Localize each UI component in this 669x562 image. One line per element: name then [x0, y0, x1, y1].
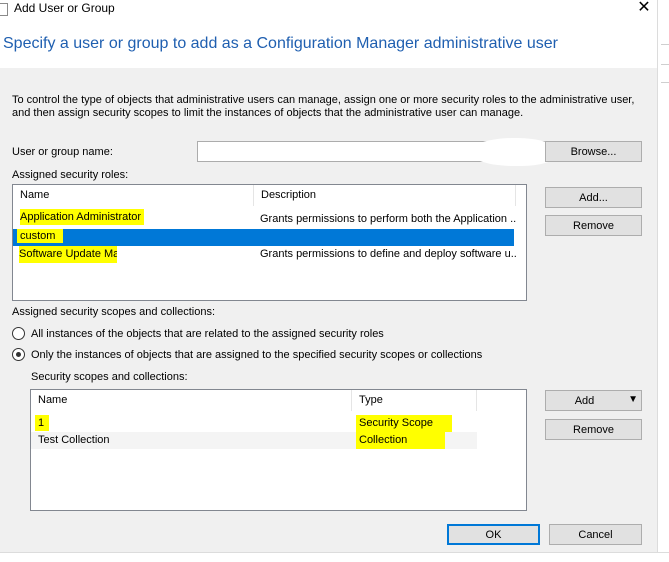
table-row[interactable]: Software Update Manager Grants permissio… [13, 246, 516, 263]
add-scope-button-label: Add [574, 394, 595, 407]
table-row[interactable]: Application Administrator Grants permiss… [13, 209, 516, 228]
role-name-cell: Application Administrator [20, 209, 144, 225]
redaction-mark [470, 138, 556, 166]
browse-button-label: Browse... [570, 145, 617, 158]
user-or-group-label: User or group name: [12, 146, 113, 158]
header-banner: Specify a user or group to add as a Conf… [0, 20, 657, 68]
role-description-cell: Grants permissions to perform both the A… [260, 213, 516, 225]
window-title: Add User or Group [14, 1, 115, 15]
only-instances-radio[interactable] [12, 348, 25, 361]
background-window-bottom [0, 552, 669, 562]
role-name-cell: custom [17, 229, 63, 243]
add-scope-button[interactable]: Add ▼ [545, 390, 642, 411]
page-title: Specify a user or group to add as a Conf… [3, 35, 558, 52]
roles-column-description[interactable]: Description [254, 185, 516, 206]
add-role-button-label: Add... [579, 191, 608, 204]
window-icon [0, 3, 8, 16]
divider [661, 82, 669, 83]
ok-button-label: OK [485, 528, 502, 541]
role-description-cell: Grants permissions to define and deploy … [260, 248, 516, 260]
role-name-cell: Software Update Manager [19, 246, 117, 263]
all-instances-radio[interactable] [12, 327, 25, 340]
assigned-scopes-label: Assigned security scopes and collections… [12, 306, 215, 318]
scope-type-cell: Security Scope [356, 415, 452, 432]
assigned-roles-label: Assigned security roles: [12, 169, 129, 181]
table-row[interactable]: Test Collection Collection [31, 432, 477, 449]
remove-scope-button-label: Remove [573, 423, 614, 436]
scopes-list[interactable]: Name Type 1 Security Scope Test Collecti… [30, 389, 527, 511]
roles-column-name[interactable]: Name [13, 185, 254, 206]
scopes-list-label: Security scopes and collections: [31, 371, 188, 383]
cancel-button[interactable]: Cancel [549, 524, 642, 545]
chevron-down-icon: ▼ [628, 394, 638, 405]
browse-button[interactable]: Browse... [545, 141, 642, 162]
all-instances-label[interactable]: All instances of the objects that are re… [31, 328, 384, 340]
close-icon[interactable]: ✕ [631, 0, 657, 18]
scopes-column-type[interactable]: Type [352, 390, 477, 411]
cancel-button-label: Cancel [578, 528, 613, 541]
intro-text: To control the type of objects that admi… [12, 94, 635, 119]
divider [661, 64, 669, 65]
divider [661, 44, 669, 45]
table-row[interactable]: custom [13, 229, 514, 246]
roles-list[interactable]: Name Description Application Administrat… [12, 184, 527, 301]
background-window-edge [657, 0, 669, 562]
scope-name-cell: Test Collection [38, 434, 110, 446]
remove-role-button-label: Remove [573, 219, 614, 232]
only-instances-label[interactable]: Only the instances of objects that are a… [31, 349, 482, 361]
title-bar: Add User or Group ✕ [0, 0, 669, 20]
scopes-column-name[interactable]: Name [31, 390, 352, 411]
remove-scope-button[interactable]: Remove [545, 419, 642, 440]
remove-role-button[interactable]: Remove [545, 215, 642, 236]
ok-button[interactable]: OK [447, 524, 540, 545]
table-row[interactable]: 1 Security Scope [31, 415, 477, 432]
scope-type-cell: Collection [356, 432, 445, 449]
add-role-button[interactable]: Add... [545, 187, 642, 208]
add-user-or-group-dialog: Add User or Group ✕ Specify a user or gr… [0, 0, 669, 562]
scope-name-cell: 1 [35, 415, 49, 431]
